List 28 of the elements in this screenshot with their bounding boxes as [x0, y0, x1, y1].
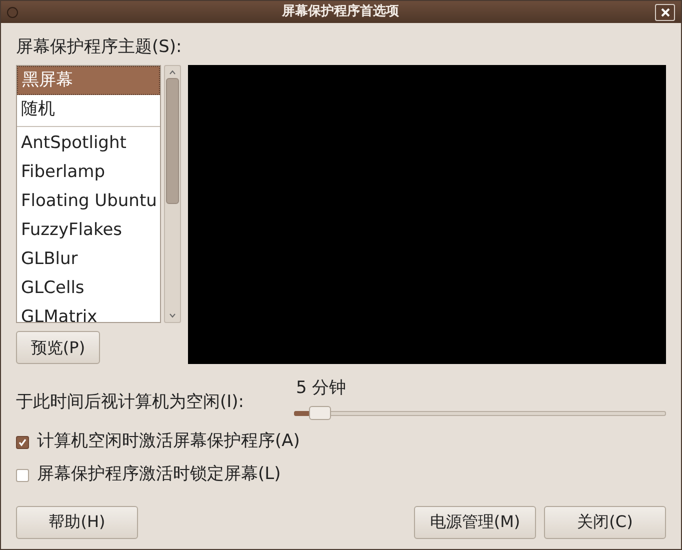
theme-label: 屏幕保护程序主题(S): — [16, 36, 183, 59]
idle-label: 于此时间后视计算机为空闲(I): — [16, 391, 246, 414]
window-title: 屏幕保护程序首选项 — [280, 2, 400, 22]
help-button[interactable]: 帮助(H) — [16, 506, 138, 538]
scrollbar[interactable] — [164, 65, 181, 323]
checkbox[interactable] — [16, 436, 29, 448]
slider-thumb[interactable] — [308, 406, 331, 420]
checkbox-label: 屏幕保护程序激活时锁定屏幕(L) — [37, 463, 281, 486]
close-button[interactable] — [655, 4, 675, 20]
theme-item[interactable]: Floating Ubuntu — [17, 187, 160, 216]
theme-item[interactable]: FuzzyFlakes — [17, 216, 160, 245]
checkbox-label: 计算机空闲时激活屏幕保护程序(A) — [37, 430, 300, 454]
theme-item[interactable]: 黑屏幕 — [17, 66, 160, 95]
idle-value: 5 分钟 — [296, 377, 348, 400]
power-management-button[interactable]: 电源管理(M) — [414, 506, 536, 538]
theme-item[interactable]: GLCells — [17, 274, 160, 303]
preview-button[interactable]: 预览(P) — [16, 331, 100, 364]
close-icon — [660, 8, 670, 16]
close-dialog-button[interactable]: 关闭(C) — [544, 506, 666, 538]
window-menu-icon[interactable] — [7, 6, 18, 18]
checkbox[interactable] — [16, 468, 29, 482]
idle-slider[interactable] — [294, 406, 666, 420]
theme-item[interactable]: AntSpotlight — [17, 129, 160, 158]
theme-item[interactable]: Fiberlamp — [17, 158, 160, 187]
theme-item[interactable]: GLMatrix — [17, 303, 160, 322]
scroll-thumb[interactable] — [166, 78, 179, 204]
theme-item[interactable]: GLBlur — [17, 245, 160, 274]
theme-item[interactable]: 随机 — [17, 95, 160, 124]
